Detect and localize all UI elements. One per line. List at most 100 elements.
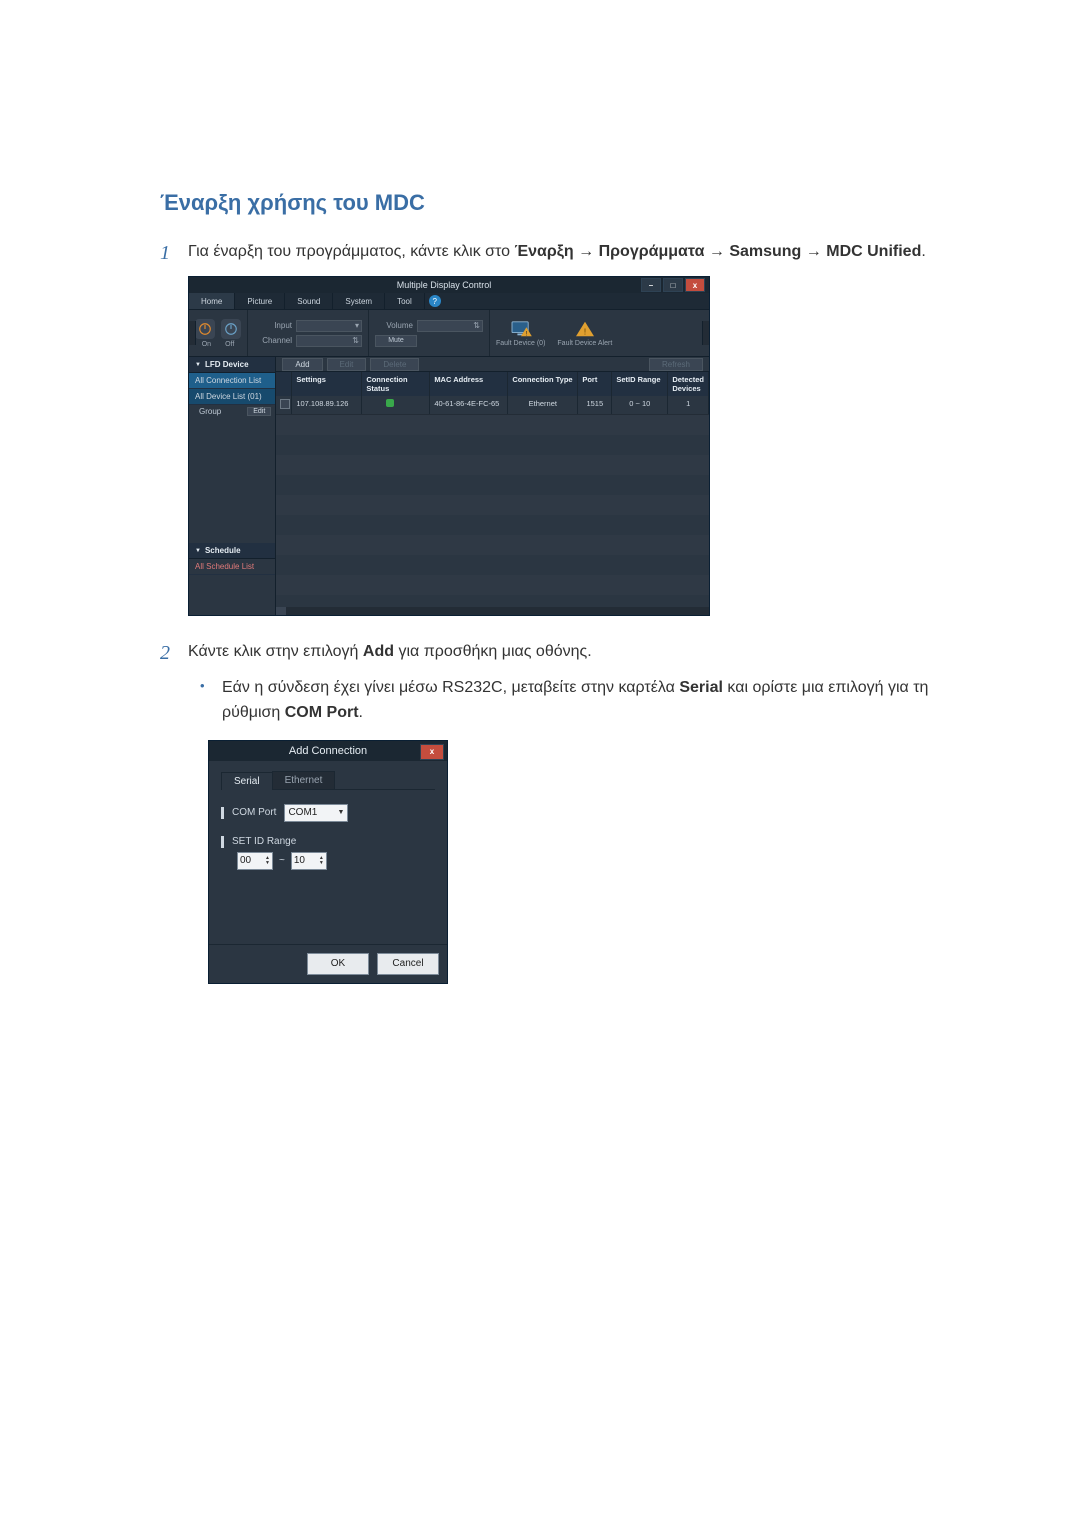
help-icon[interactable]: ? bbox=[429, 295, 441, 307]
refresh-button[interactable]: Refresh bbox=[649, 358, 703, 371]
step-number: 1 bbox=[160, 240, 188, 266]
sidebar-all-schedule-list[interactable]: All Schedule List bbox=[189, 559, 275, 575]
setid-range-label: SET ID Range bbox=[232, 836, 296, 847]
table-row[interactable]: 107.108.89.126 40-61-86-4E-FC-65 Etherne… bbox=[276, 396, 709, 415]
step-1-text: Για έναρξη του προγράμματος, κάντε κλικ … bbox=[188, 240, 926, 265]
step-2-text: Κάντε κλικ στην επιλογή Add για προσθήκη… bbox=[188, 640, 592, 665]
minimize-button[interactable]: – bbox=[641, 278, 661, 292]
fault-device-icon[interactable]: ! bbox=[510, 320, 532, 338]
step-1: 1 Για έναρξη του προγράμματος, κάντε κλι… bbox=[160, 240, 930, 266]
sidebar-group[interactable]: Group Edit bbox=[189, 405, 275, 418]
delete-button[interactable]: Delete bbox=[370, 358, 419, 371]
t: Κάντε κλικ στην επιλογή bbox=[188, 643, 363, 660]
arrow: → bbox=[806, 243, 826, 260]
sidebar-all-device-list[interactable]: All Device List (01) bbox=[189, 389, 275, 405]
row-checkbox[interactable] bbox=[280, 399, 290, 409]
volume-field[interactable]: Volume ⇅ bbox=[375, 320, 483, 332]
close-button[interactable]: x bbox=[685, 278, 705, 292]
t: . bbox=[921, 243, 925, 260]
kw-start: Έναρξη bbox=[515, 243, 574, 260]
step-2-bullet: • Εάν η σύνδεση έχει γίνει μέσω RS232C, … bbox=[200, 676, 930, 726]
menu-tabs: Home Picture Sound System Tool ? bbox=[189, 293, 709, 310]
stepper-arrows-icon[interactable]: ▲▼ bbox=[319, 856, 324, 866]
col-mac[interactable]: MAC Address bbox=[430, 372, 508, 396]
sidebar-schedule[interactable]: ▼Schedule bbox=[189, 543, 275, 559]
power-off-label: Off bbox=[225, 341, 234, 348]
sidebar-lfd-device[interactable]: ▼LFD Device bbox=[189, 357, 275, 373]
step-2: 2 Κάντε κλικ στην επιλογή Add για προσθή… bbox=[160, 640, 930, 666]
range-from-stepper[interactable]: 00 ▲▼ bbox=[237, 852, 273, 870]
kw-samsung: Samsung bbox=[729, 243, 801, 260]
tilde: ~ bbox=[279, 855, 285, 866]
col-setid-range[interactable]: SetID Range bbox=[612, 372, 668, 396]
dialog-footer: OK Cancel bbox=[209, 944, 447, 983]
cell-mac: 40-61-86-4E-FC-65 bbox=[430, 396, 508, 414]
caret-down-icon: ▼ bbox=[338, 809, 345, 816]
col-port[interactable]: Port bbox=[578, 372, 612, 396]
group-label: Group bbox=[199, 407, 221, 416]
bullet-icon: • bbox=[200, 676, 222, 697]
stepper-arrows-icon[interactable]: ▲▼ bbox=[265, 856, 270, 866]
t: . bbox=[359, 704, 363, 721]
t: για προσθήκη μιας οθόνης. bbox=[394, 643, 592, 660]
com-port-row: COM Port COM1 ▼ bbox=[221, 804, 435, 822]
scrollbar-thumb[interactable] bbox=[276, 607, 286, 615]
col-detected[interactable]: Detected Devices bbox=[668, 372, 709, 396]
mute-button[interactable]: Mute bbox=[375, 335, 417, 347]
kw-serial: Serial bbox=[679, 679, 723, 696]
ribbon-handle-left[interactable] bbox=[189, 321, 196, 345]
power-on-icon[interactable] bbox=[195, 319, 215, 339]
tab-tool[interactable]: Tool bbox=[385, 293, 425, 309]
t: Schedule bbox=[205, 546, 241, 555]
ribbon-handle-right[interactable] bbox=[702, 321, 709, 345]
sidebar: ▼LFD Device All Connection List All Devi… bbox=[189, 357, 276, 615]
range-from-value: 00 bbox=[240, 855, 251, 866]
table-header: Settings Connection Status MAC Address C… bbox=[276, 372, 709, 396]
dialog-close-button[interactable]: x bbox=[420, 744, 444, 760]
channel-field[interactable]: Channel ⇅ bbox=[254, 335, 362, 347]
tab-ethernet[interactable]: Ethernet bbox=[272, 771, 336, 789]
com-port-value: COM1 bbox=[288, 807, 317, 818]
input-label: Input bbox=[254, 321, 292, 330]
tab-system[interactable]: System bbox=[333, 293, 385, 309]
fault-alert-icon[interactable]: ! bbox=[574, 320, 596, 338]
com-port-select[interactable]: COM1 ▼ bbox=[284, 804, 348, 822]
range-to-stepper[interactable]: 10 ▲▼ bbox=[291, 852, 327, 870]
dialog-tabs: Serial Ethernet bbox=[221, 771, 435, 790]
fault-zero-label: Fault Device (0) bbox=[496, 340, 545, 347]
status-ok-icon bbox=[386, 399, 394, 407]
t: Εάν η σύνδεση έχει γίνει μέσω RS232C, με… bbox=[222, 679, 679, 696]
h-scrollbar[interactable] bbox=[276, 607, 709, 615]
cell-detected: 1 bbox=[668, 396, 709, 414]
tab-serial[interactable]: Serial bbox=[221, 772, 273, 790]
group-edit-button[interactable]: Edit bbox=[247, 407, 271, 416]
col-conn-type[interactable]: Connection Type bbox=[508, 372, 578, 396]
com-port-label: COM Port bbox=[232, 807, 276, 818]
tab-home[interactable]: Home bbox=[189, 293, 235, 309]
edit-button[interactable]: Edit bbox=[327, 358, 367, 371]
ok-button[interactable]: OK bbox=[307, 953, 369, 975]
kw-mdc-unified: MDC Unified bbox=[826, 243, 921, 260]
arrow: → bbox=[578, 243, 598, 260]
sidebar-all-connection-list[interactable]: All Connection List bbox=[189, 373, 275, 389]
t: Για έναρξη του προγράμματος, κάντε κλικ … bbox=[188, 243, 515, 260]
power-off-icon[interactable] bbox=[221, 319, 241, 339]
cell-port: 1515 bbox=[578, 396, 612, 414]
tab-picture[interactable]: Picture bbox=[235, 293, 285, 309]
power-on-label: On bbox=[202, 341, 211, 348]
input-field[interactable]: Input ▾ bbox=[254, 320, 362, 332]
cell-conn-type: Ethernet bbox=[508, 396, 578, 414]
add-button[interactable]: Add bbox=[282, 358, 322, 371]
marker-bar-icon bbox=[221, 807, 224, 819]
col-settings[interactable]: Settings bbox=[292, 372, 362, 396]
col-status[interactable]: Connection Status bbox=[362, 372, 430, 396]
svg-text:!: ! bbox=[584, 327, 586, 336]
add-connection-dialog: Add Connection x Serial Ethernet COM Por… bbox=[208, 740, 448, 984]
tab-sound[interactable]: Sound bbox=[285, 293, 333, 309]
maximize-button[interactable]: □ bbox=[663, 278, 683, 292]
cancel-button[interactable]: Cancel bbox=[377, 953, 439, 975]
cell-range: 0 ~ 10 bbox=[612, 396, 668, 414]
section-heading: Έναρξη χρήσης του MDC bbox=[160, 190, 930, 216]
setid-range-row: SET ID Range bbox=[221, 836, 435, 848]
kw-add: Add bbox=[363, 643, 394, 660]
